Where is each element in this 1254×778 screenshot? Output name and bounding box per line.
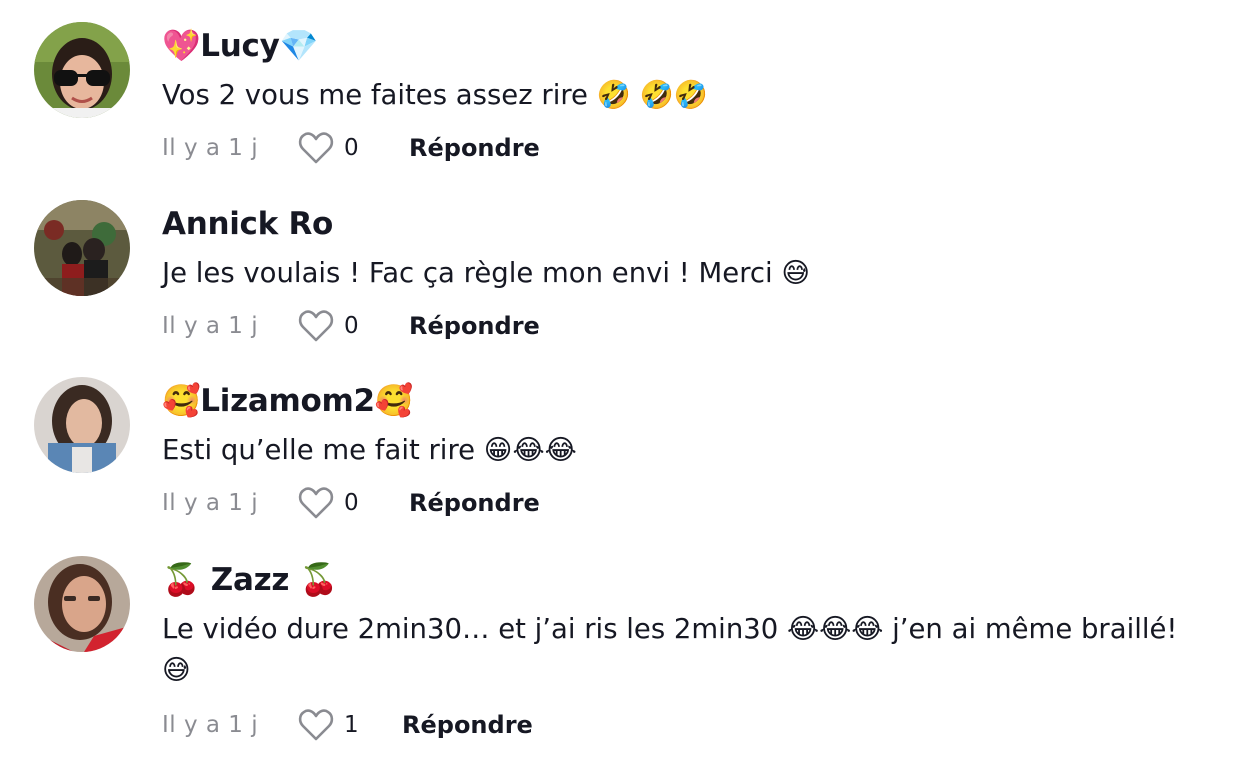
comment-meta: Il y a 1 j 0 Répondre	[162, 130, 862, 166]
avatar[interactable]	[34, 377, 130, 473]
comment-text-continued: 😅	[162, 654, 191, 686]
reply-button[interactable]: Répondre	[409, 130, 540, 166]
like-count: 0	[344, 135, 359, 161]
comment-time: Il y a 1 j	[162, 313, 259, 339]
heart-icon	[298, 132, 334, 164]
comment-text: Le vidéo dure 2min30… et j’ai ris les 2m…	[162, 613, 1178, 645]
comment-meta: Il y a 1 j 1 Répondre	[162, 707, 862, 743]
comment-time: Il y a 1 j	[162, 135, 259, 161]
comment-username[interactable]: Annick Ro	[162, 204, 333, 244]
comment-meta: Il y a 1 j 0 Répondre	[162, 308, 862, 344]
comment-username[interactable]: 💖Lucy💎	[162, 26, 318, 66]
heart-icon	[298, 487, 334, 519]
comment-username[interactable]: 🍒 Zazz 🍒	[162, 560, 338, 600]
like-count: 0	[344, 313, 359, 339]
comment-time: Il y a 1 j	[162, 490, 259, 516]
heart-icon	[298, 310, 334, 342]
comment-text: Vos 2 vous me faites assez rire 🤣 🤣🤣	[162, 79, 709, 111]
reply-button[interactable]: Répondre	[409, 485, 540, 521]
like-count: 0	[344, 490, 359, 516]
comment-text: Je les voulais ! Fac ça règle mon envi !…	[162, 257, 811, 289]
avatar[interactable]	[34, 200, 130, 296]
avatar[interactable]	[34, 556, 130, 652]
comment-time: Il y a 1 j	[162, 712, 259, 738]
heart-icon	[298, 709, 334, 741]
reply-button[interactable]: Répondre	[409, 308, 540, 344]
avatar[interactable]	[34, 22, 130, 118]
comment-meta: Il y a 1 j 0 Répondre	[162, 485, 862, 521]
comment-text: Esti qu’elle me fait rire 😁😂😂	[162, 434, 577, 466]
like-count: 1	[344, 712, 359, 738]
reply-button[interactable]: Répondre	[402, 707, 533, 743]
comment-username[interactable]: 🥰Lizamom2🥰	[162, 381, 413, 421]
